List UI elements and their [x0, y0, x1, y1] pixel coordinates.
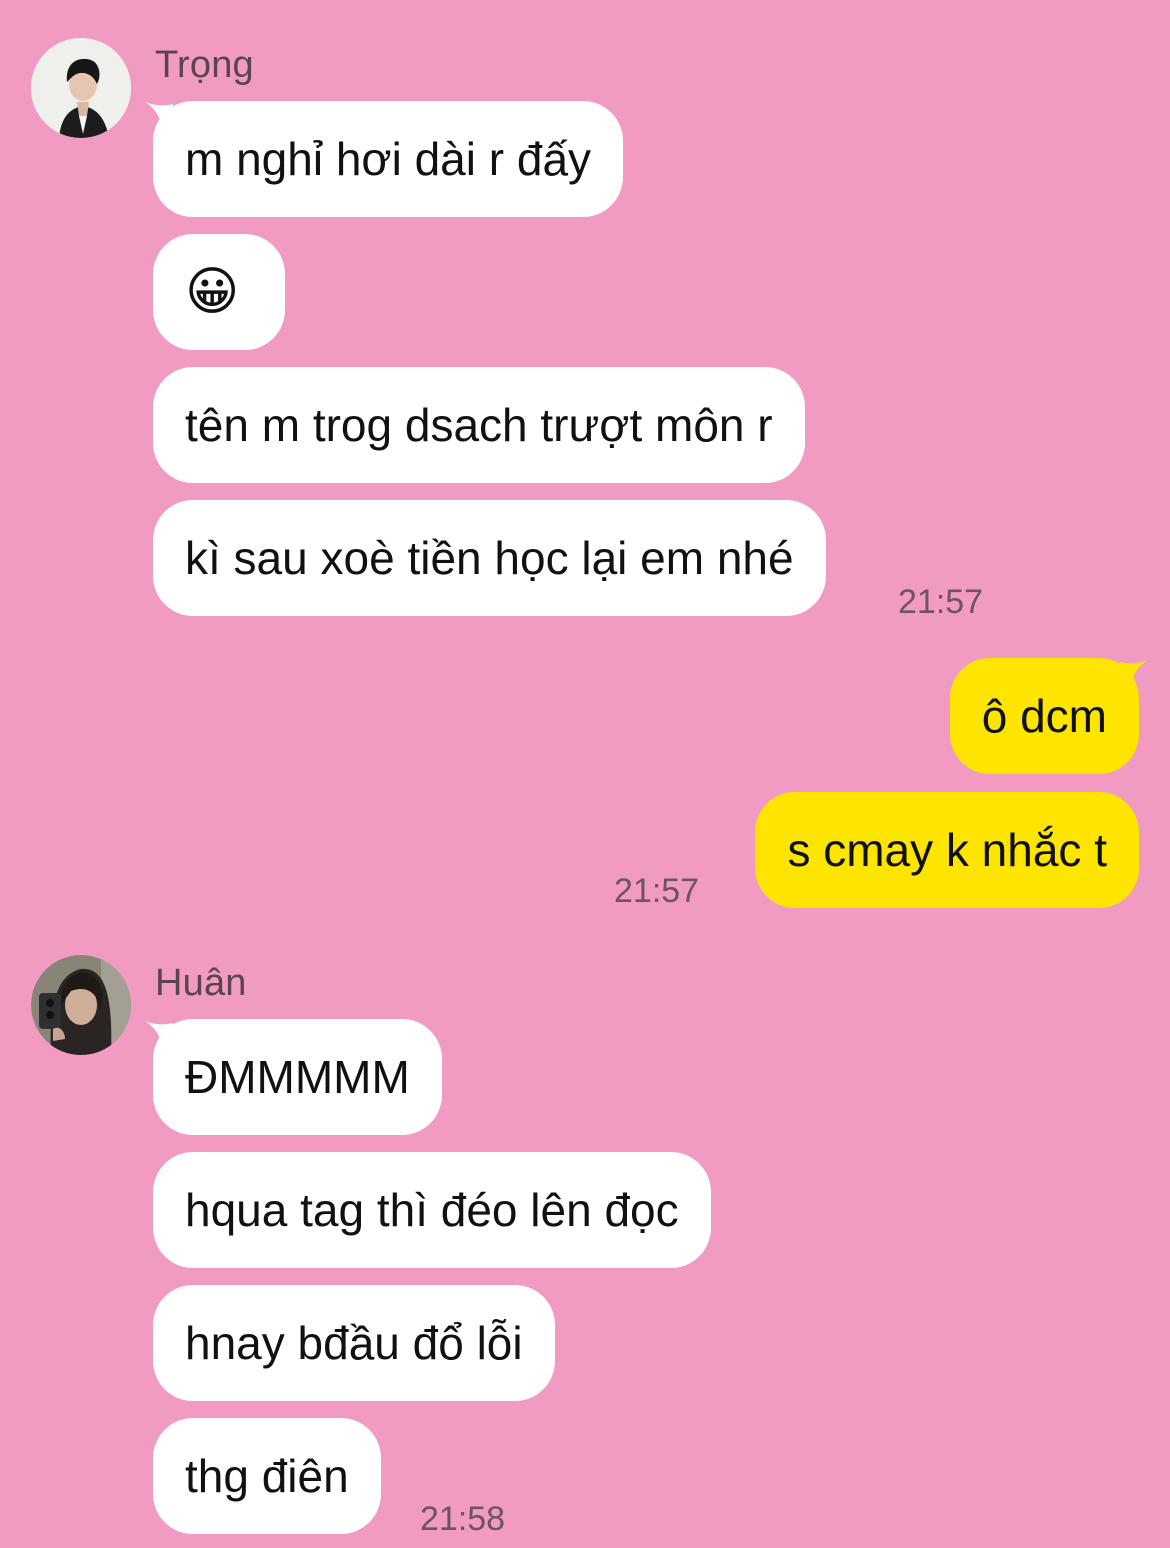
- message-text: s cmay k nhắc t: [787, 824, 1107, 876]
- chat-thread: Trọng m nghỉ hơi dài r đấy 😀 tên m trog …: [0, 0, 1170, 1548]
- message-bubble[interactable]: m nghỉ hơi dài r đấy: [153, 101, 624, 217]
- message-text: tên m trog dsach trượt môn r: [185, 399, 773, 451]
- message-text: thg điên: [185, 1450, 349, 1502]
- message-text: kì sau xoè tiền học lại em nhé: [185, 532, 794, 584]
- avatar-huan[interactable]: [31, 955, 131, 1055]
- message-text: ô dcm: [981, 690, 1107, 742]
- avatar-trong[interactable]: [31, 38, 131, 138]
- message-timestamp: 21:57: [898, 583, 984, 621]
- message-bubble-outgoing[interactable]: s cmay k nhắc t: [755, 792, 1139, 908]
- message-bubble[interactable]: hqua tag thì đéo lên đọc: [153, 1152, 711, 1268]
- message-text: hqua tag thì đéo lên đọc: [185, 1184, 679, 1236]
- message-bubble[interactable]: tên m trog dsach trượt môn r: [153, 367, 805, 483]
- message-text: m nghỉ hơi dài r đấy: [185, 133, 592, 185]
- emoji-message: 😀: [185, 262, 240, 322]
- message-bubble[interactable]: ĐMMMMM: [153, 1019, 442, 1135]
- user-avatar-icon: [31, 955, 131, 1055]
- message-bubble-outgoing[interactable]: ô dcm: [949, 658, 1139, 774]
- message-timestamp: 21:58: [420, 1500, 506, 1538]
- sender-name: Huân: [155, 962, 247, 1004]
- message-bubble[interactable]: kì sau xoè tiền học lại em nhé: [153, 500, 826, 616]
- message-bubble[interactable]: thg điên: [153, 1418, 381, 1534]
- user-avatar-icon: [31, 38, 131, 138]
- message-bubble[interactable]: 😀: [153, 234, 285, 350]
- message-text: ĐMMMMM: [185, 1051, 410, 1103]
- message-bubble[interactable]: hnay bđầu đổ lỗi: [153, 1285, 555, 1401]
- message-text: hnay bđầu đổ lỗi: [185, 1317, 523, 1369]
- message-timestamp: 21:57: [614, 872, 700, 910]
- sender-name: Trọng: [155, 44, 254, 86]
